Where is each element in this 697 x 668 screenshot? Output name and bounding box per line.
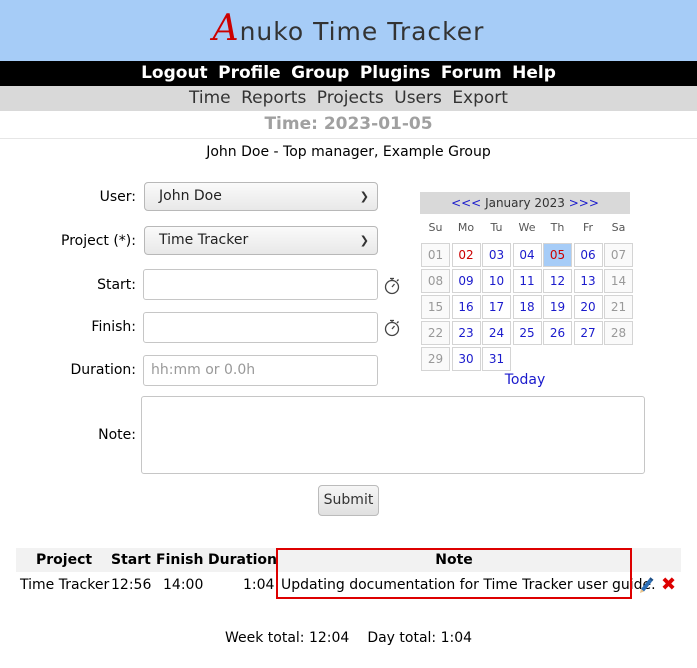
menu-profile[interactable]: Profile (218, 63, 280, 83)
col-header-project: Project (36, 552, 93, 568)
calendar-day[interactable]: 26 (543, 321, 572, 345)
chevron-down-icon: ❯ (359, 234, 369, 247)
submit-button[interactable]: Submit (318, 485, 379, 516)
calendar-day[interactable]: 08 (421, 269, 450, 293)
calendar-weekday: Mo (457, 221, 475, 234)
calendar-day[interactable]: 06 (573, 243, 603, 267)
calendar-weekday: We (518, 221, 536, 234)
entry-finish: 14:00 (163, 577, 204, 593)
calendar-day[interactable]: 01 (421, 243, 450, 267)
app-logo: Anuko Time Tracker (0, 8, 697, 49)
submenu-export[interactable]: Export (452, 88, 508, 108)
calendar-day[interactable]: 03 (482, 243, 511, 267)
stopwatch-icon[interactable] (383, 319, 401, 337)
calendar-day[interactable]: 04 (512, 243, 542, 267)
calendar-day[interactable]: 15 (421, 295, 450, 319)
user-select[interactable]: John Doe ❯ (144, 182, 378, 211)
col-header-finish: Finish (156, 552, 204, 568)
calendar-day[interactable]: 21 (604, 295, 633, 319)
calendar-day[interactable]: 23 (451, 321, 481, 345)
entry-project: Time Tracker (20, 577, 110, 593)
calendar-day[interactable]: 14 (604, 269, 633, 293)
calendar-next-link[interactable]: >>> (569, 196, 599, 210)
note-label: Note: (98, 427, 136, 443)
logo-text: nuko Time Tracker (239, 17, 485, 46)
user-label: User: (99, 189, 136, 205)
project-select[interactable]: Time Tracker ❯ (144, 226, 378, 255)
menu-plugins[interactable]: Plugins (360, 63, 431, 83)
calendar-day[interactable]: 10 (482, 269, 511, 293)
calendar-day[interactable]: 29 (421, 347, 450, 371)
finish-input[interactable] (143, 312, 378, 343)
calendar-day[interactable]: 19 (543, 295, 572, 319)
calendar-header: <<< January 2023 >>> (420, 192, 630, 214)
logo-initial: A (212, 8, 240, 49)
calendar-day[interactable]: 02 (451, 243, 481, 267)
submenu-reports[interactable]: Reports (241, 88, 306, 108)
menu-logout[interactable]: Logout (141, 63, 208, 83)
calendar-weekday: Th (550, 221, 565, 234)
user-info: John Doe - Top manager, Example Group (206, 144, 491, 160)
entry-start: 12:56 (111, 577, 152, 593)
entry-duration: 1:04 (243, 577, 275, 593)
project-select-value: Time Tracker (159, 232, 249, 248)
calendar-weekday: Tu (490, 221, 503, 234)
menu-group[interactable]: Group (291, 63, 349, 83)
edit-pencil-icon[interactable] (638, 576, 654, 594)
page-title: Time: 2023-01-05 (264, 114, 433, 134)
chevron-down-icon: ❯ (359, 190, 369, 203)
duration-label: Duration: (70, 362, 136, 378)
sub-menu: Time Reports Projects Users Export (0, 86, 697, 111)
start-input[interactable] (143, 269, 378, 300)
calendar-day[interactable]: 11 (512, 269, 542, 293)
duration-input[interactable]: hh:mm or 0.0h (143, 355, 378, 386)
week-total: Week total: 12:04 (224, 630, 350, 646)
calendar-weekday: Fr (582, 221, 594, 234)
user-select-value: John Doe (159, 188, 222, 204)
totals-line: Week total: 12:04 Day total: 1:04 (0, 630, 697, 646)
calendar-day[interactable]: 20 (573, 295, 603, 319)
calendar-day[interactable]: 13 (573, 269, 603, 293)
top-menu: Logout Profile Group Plugins Forum Help (0, 61, 697, 86)
calendar-day[interactable]: 27 (573, 321, 603, 345)
menu-help[interactable]: Help (512, 63, 556, 83)
calendar-day[interactable]: 17 (482, 295, 511, 319)
calendar-day[interactable]: 28 (604, 321, 633, 345)
delete-x-icon[interactable]: ✖ (661, 574, 676, 595)
calendar-weekday: Sa (611, 221, 626, 234)
calendar-day[interactable]: 12 (543, 269, 572, 293)
stopwatch-icon[interactable] (383, 277, 401, 295)
start-label: Start: (97, 277, 136, 293)
calendar-month: January 2023 (485, 196, 565, 210)
calendar-day[interactable]: 05 (543, 243, 572, 267)
calendar-today-link[interactable]: Today (420, 372, 630, 388)
calendar-day[interactable]: 24 (482, 321, 511, 345)
calendar-day[interactable]: 07 (604, 243, 633, 267)
note-highlight-frame (276, 548, 632, 599)
finish-label: Finish: (91, 319, 136, 335)
col-header-start: Start (111, 552, 151, 568)
calendar-weekday: Su (428, 221, 443, 234)
calendar-day[interactable]: 22 (421, 321, 450, 345)
col-header-duration: Duration (208, 552, 278, 568)
calendar-day[interactable]: 16 (451, 295, 481, 319)
submenu-projects[interactable]: Projects (317, 88, 384, 108)
calendar-prev-link[interactable]: <<< (451, 196, 481, 210)
note-textarea[interactable] (141, 396, 645, 474)
calendar-day[interactable]: 25 (512, 321, 542, 345)
project-label: Project (*): (61, 233, 136, 249)
calendar-day[interactable]: 31 (482, 347, 511, 371)
divider (0, 138, 697, 139)
submenu-users[interactable]: Users (394, 88, 442, 108)
day-total: Day total: 1:04 (367, 630, 473, 646)
submenu-time[interactable]: Time (189, 88, 231, 108)
calendar-day[interactable]: 18 (512, 295, 542, 319)
calendar-day[interactable]: 09 (451, 269, 481, 293)
menu-forum[interactable]: Forum (441, 63, 502, 83)
calendar-day[interactable]: 30 (451, 347, 481, 371)
